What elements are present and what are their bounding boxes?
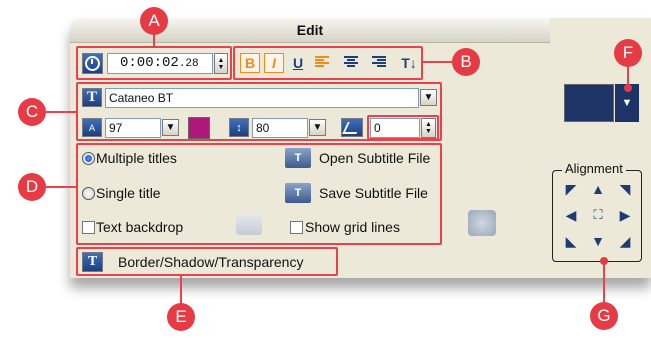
callout-a: A [140, 7, 168, 35]
spin-up-icon: ▲ [217, 56, 225, 64]
underline-button[interactable]: U [288, 53, 308, 73]
line-spacing-icon: ↕ [229, 118, 249, 137]
border-shadow-button[interactable]: Border/Shadow/Transparency [118, 254, 303, 270]
timecode-frames: 28 [185, 58, 199, 70]
callout-g-dot [600, 257, 608, 265]
align-center-icon[interactable]: ⛶ [590, 208, 606, 222]
callout-g-line [603, 262, 605, 302]
timecode-field[interactable]: 0:00:02.28 [107, 53, 213, 74]
backdrop-settings-icon [236, 213, 262, 235]
clock-button[interactable] [82, 53, 103, 74]
text-backdrop-checkbox[interactable] [82, 221, 95, 234]
single-title-label: Single title [96, 185, 161, 201]
callout-f: F [614, 39, 642, 67]
grid-settings-icon [468, 210, 496, 236]
font-color-swatch[interactable] [188, 117, 210, 139]
clock-icon [85, 56, 100, 71]
align-right-icon[interactable] [368, 55, 386, 71]
callout-d-line [46, 186, 76, 188]
show-grid-label: Show grid lines [305, 219, 400, 235]
callout-f-dot [624, 84, 632, 92]
open-subtitle-link[interactable]: Open Subtitle File [319, 150, 430, 166]
open-subtitle-icon[interactable]: T [285, 148, 311, 168]
timecode-value: 0:00:02 [120, 55, 179, 71]
callout-c: C [18, 98, 46, 126]
alignment-label: Alignment [562, 161, 626, 176]
bold-button[interactable]: B [240, 53, 260, 73]
font-size-icon: A [82, 118, 102, 137]
callout-e-line [180, 276, 182, 304]
title-color-swatch[interactable] [564, 84, 614, 122]
font-size-dropdown-arrow[interactable]: ▼ [162, 119, 179, 136]
panel-title: Edit [296, 22, 324, 38]
angle-spinner[interactable]: ▲ ▼ [421, 118, 436, 138]
spin-up-icon: ▲ [425, 121, 432, 128]
callout-a-line [153, 34, 155, 46]
line-spacing-field[interactable]: 80 [252, 118, 308, 138]
align-center-icon[interactable] [342, 55, 360, 71]
callout-f-line [627, 66, 629, 86]
align-bottom-right-icon[interactable]: ◢ [617, 234, 633, 248]
align-top-left-icon[interactable]: ◤ [563, 182, 579, 196]
callout-d: D [18, 173, 46, 201]
timecode-spinner[interactable]: ▲ ▼ [214, 53, 228, 74]
align-left-icon[interactable]: ◀ [563, 208, 579, 222]
multiple-titles-radio[interactable] [82, 152, 95, 165]
align-left-icon[interactable] [315, 55, 333, 71]
font-dropdown-arrow[interactable]: ▼ [420, 89, 437, 106]
border-t-icon: T [82, 252, 103, 272]
callout-c-line [46, 111, 76, 113]
line-spacing-dropdown-arrow[interactable]: ▼ [309, 119, 326, 136]
align-top-right-icon[interactable]: ◥ [617, 182, 633, 196]
angle-field[interactable]: 0 [370, 118, 420, 138]
save-subtitle-icon[interactable]: T [285, 183, 311, 203]
vertical-text-button[interactable]: T↓ [398, 53, 420, 73]
align-right-icon[interactable]: ▶ [617, 208, 633, 222]
angle-icon [341, 118, 363, 137]
align-bottom-icon[interactable]: ▼ [590, 234, 606, 248]
save-subtitle-link[interactable]: Save Subtitle File [319, 185, 428, 201]
spin-down-icon: ▼ [425, 128, 432, 135]
callout-e: E [167, 303, 195, 331]
single-title-radio[interactable] [82, 187, 95, 200]
font-size-field[interactable]: 97 [105, 118, 161, 138]
callout-b: B [452, 48, 480, 76]
font-name-field[interactable]: Cataneo BT [105, 88, 419, 108]
font-t-icon: T [82, 88, 102, 107]
multiple-titles-label: Multiple titles [96, 150, 177, 166]
spin-down-icon: ▼ [217, 63, 225, 71]
align-bottom-left-icon[interactable]: ◣ [563, 234, 579, 248]
callout-g: G [590, 302, 618, 330]
italic-button[interactable]: I [264, 53, 284, 73]
align-top-icon[interactable]: ▲ [590, 182, 606, 196]
show-grid-checkbox[interactable] [290, 221, 303, 234]
text-backdrop-label: Text backdrop [96, 219, 184, 235]
callout-b-line [423, 61, 453, 63]
